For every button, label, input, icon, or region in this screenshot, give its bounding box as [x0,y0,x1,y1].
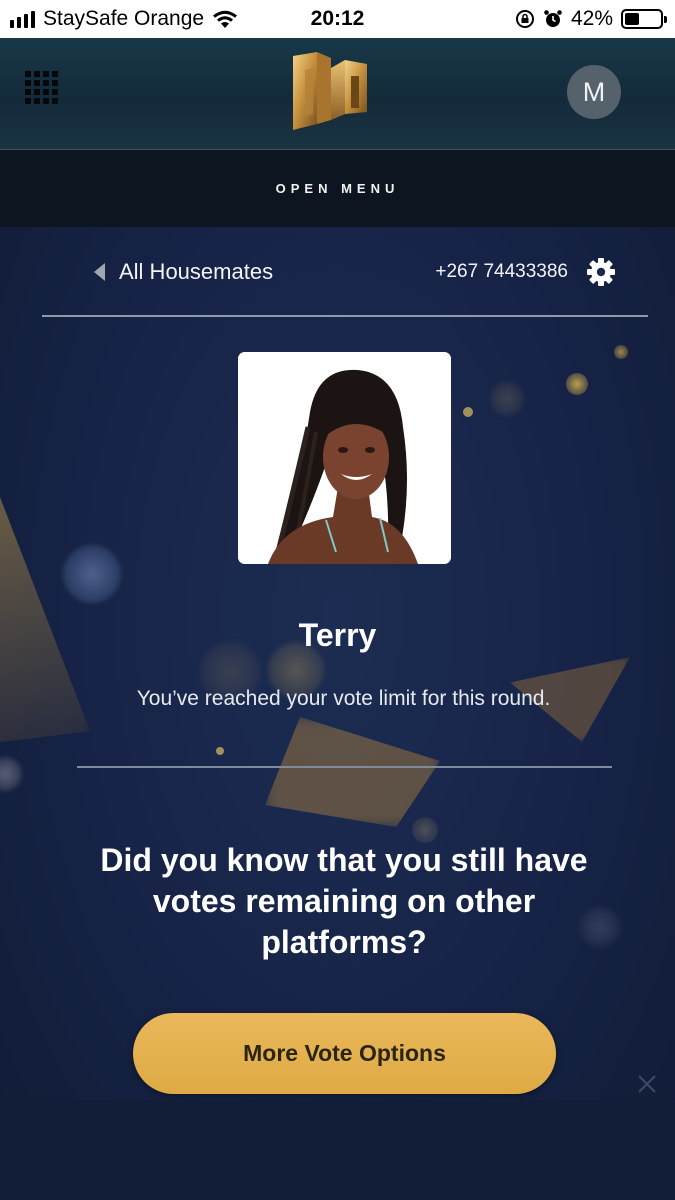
divider [77,766,612,768]
housemate-photo [238,352,451,564]
apps-grid-icon[interactable] [25,71,59,105]
battery-icon [621,9,667,29]
bokeh-light [614,345,628,359]
bottom-strip [0,1100,675,1200]
app-header: M [0,38,675,150]
vote-panel: All Housemates +267 74433386 Terry You’v… [0,227,675,1200]
all-housemates-label: All Housemates [119,259,274,284]
nav-row: All Housemates +267 74433386 [42,245,648,299]
gear-icon[interactable] [586,257,616,287]
battery-percent: 42% [570,7,613,30]
bokeh-light [566,373,588,395]
promo-headline: Did you know that you still have votes r… [100,842,588,960]
bokeh-light [0,757,22,791]
phone-number: +267 74433386 [435,261,568,282]
status-bar: StaySafe Orange 20:12 42% [0,0,675,38]
avatar[interactable]: M [567,65,621,119]
wifi-icon [213,10,238,28]
all-housemates-link[interactable]: All Housemates [94,259,273,285]
housemate-name: Terry [298,617,377,653]
alarm-icon [544,10,562,27]
status-left: StaySafe Orange [10,7,238,31]
carrier-name: StaySafe Orange [43,7,205,30]
status-right: 42% [515,7,667,31]
bokeh-light [463,407,473,417]
close-icon[interactable] [636,1073,658,1095]
vote-limit-message: You’ve reached your vote limit for this … [136,687,551,710]
signal-bars-icon [10,10,35,28]
rotation-lock-icon [515,10,534,28]
bokeh-light [216,747,224,755]
dstv-logo-icon[interactable] [287,50,371,134]
bokeh-light [490,382,524,416]
housemate-portrait [238,352,451,564]
open-menu-button[interactable]: OPEN MENU [0,150,675,227]
more-vote-options-button[interactable]: More Vote Options [133,1013,556,1094]
gold-shard-decoration [265,717,440,827]
divider [42,315,648,317]
chevron-left-icon [94,263,105,281]
bokeh-light [63,545,121,603]
